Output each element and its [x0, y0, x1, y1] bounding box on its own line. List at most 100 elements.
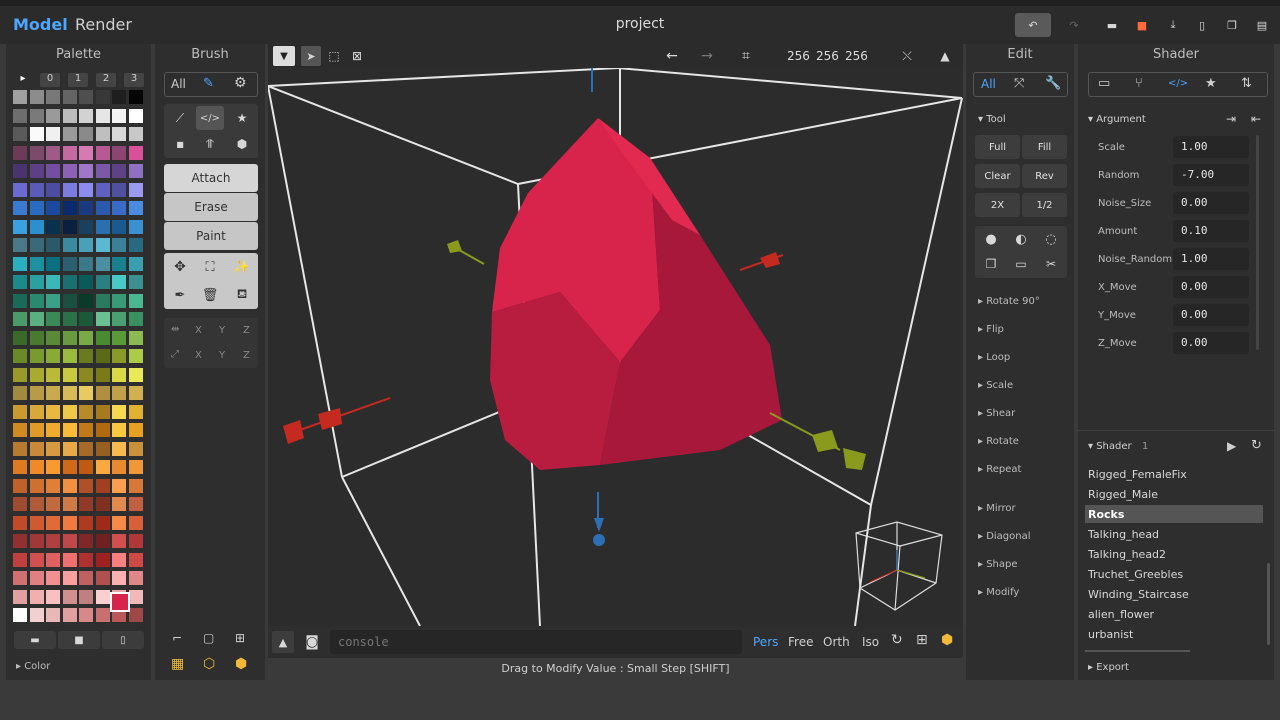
palette-swatch[interactable] [62, 423, 77, 437]
palette-swatch[interactable] [46, 219, 60, 234]
palette-swatch[interactable] [79, 108, 93, 123]
palette-swatch[interactable] [112, 404, 126, 419]
mirror-x[interactable]: X [195, 325, 202, 336]
palette-swatch[interactable] [29, 478, 44, 493]
palette-swatch[interactable] [79, 497, 93, 511]
palette-swatch[interactable] [13, 423, 27, 437]
palette-swatch[interactable] [13, 90, 27, 104]
palette-swatch[interactable] [95, 127, 110, 141]
undo-button[interactable]: ↶ [1015, 13, 1051, 37]
export-section[interactable]: ▸ Export [1088, 662, 1129, 673]
wrench-icon[interactable]: 🔧 [1045, 76, 1061, 91]
palette-swatch[interactable] [46, 127, 60, 141]
argument-section-header[interactable]: ▾ Argument [1088, 114, 1146, 125]
palette-swatch[interactable] [112, 275, 126, 289]
palette-swatch[interactable] [62, 127, 77, 141]
palette-swatch[interactable] [112, 145, 126, 160]
cube-outline-icon[interactable]: ⬡ [203, 656, 215, 672]
palette-swatch[interactable] [29, 145, 44, 160]
palette-swatch[interactable] [95, 497, 110, 511]
box-select-button[interactable]: ⬚ [324, 46, 344, 66]
shader-item[interactable]: alien_flower [1088, 608, 1154, 621]
palette-swatch[interactable] [79, 589, 93, 604]
palette-swatch[interactable] [95, 441, 110, 456]
code-tab-icon[interactable]: </> [1168, 78, 1188, 89]
palette-swatch[interactable] [95, 589, 110, 604]
layer-icon[interactable]: ⌐ [172, 631, 182, 645]
palette-swatch[interactable] [128, 256, 143, 271]
palette-swatch[interactable] [79, 515, 93, 530]
edit-all-tab[interactable]: All [981, 77, 996, 91]
palette-swatch[interactable] [112, 534, 126, 548]
palette-swatch[interactable] [79, 330, 93, 345]
brush-all-tab[interactable]: All [171, 77, 186, 91]
extrude-brush-button[interactable]: ⥣ [196, 132, 224, 156]
palette-swatch[interactable] [46, 256, 60, 271]
palette-swatch[interactable] [79, 219, 93, 234]
scale-z[interactable]: Z [243, 350, 250, 361]
palette-swatch[interactable] [13, 460, 27, 474]
palette-swatch[interactable] [13, 145, 27, 160]
palette-swatch[interactable] [95, 256, 110, 271]
transform-icon[interactable]: ⤧ [1014, 76, 1024, 91]
palette-swatch[interactable] [46, 182, 60, 197]
palette-swatch[interactable] [29, 164, 44, 178]
palette-swatch[interactable] [13, 164, 27, 178]
palette-swatch[interactable] [112, 164, 126, 178]
move-tool-button[interactable]: ✥ [166, 255, 194, 279]
palette-swatch[interactable] [95, 367, 110, 382]
select-tool-button[interactable]: ⛶ [196, 255, 224, 279]
palette-swatch[interactable] [29, 256, 44, 271]
palette-tab-3[interactable]: 3 [124, 73, 144, 87]
palette-swatch[interactable] [29, 589, 44, 604]
mirror-y[interactable]: Y [219, 325, 225, 336]
palette-swatch[interactable] [112, 256, 126, 271]
palette-swatch[interactable] [29, 608, 44, 622]
tool-section-header[interactable]: ▾ Tool [978, 114, 1006, 125]
view-orth[interactable]: Orth [823, 635, 850, 649]
shader-item[interactable]: urbanist [1088, 628, 1133, 641]
save-button[interactable]: ■ [1132, 14, 1152, 36]
palette-swatch[interactable] [46, 108, 60, 123]
palette-swatch[interactable] [62, 145, 77, 160]
palette-swatch[interactable] [13, 108, 27, 123]
arg-value-random[interactable]: -7.00 [1173, 164, 1249, 186]
shader-item[interactable]: Talking_head2 [1088, 548, 1166, 561]
palette-swatch[interactable] [46, 201, 60, 215]
palette-swatch[interactable] [79, 275, 93, 289]
palette-swatch[interactable] [112, 367, 126, 382]
screenshot-button[interactable]: ◙ [300, 631, 324, 653]
palette-swatch[interactable] [13, 201, 27, 215]
palette-swatch[interactable] [62, 182, 77, 197]
palette-swatch[interactable] [95, 349, 110, 363]
arg-value-noise-random[interactable]: 1.00 [1173, 248, 1249, 270]
sort-icon[interactable]: ⇅ [1241, 76, 1252, 91]
palette-swatch[interactable] [128, 460, 143, 474]
palette-swatch[interactable] [95, 145, 110, 160]
palette-swatch[interactable] [29, 330, 44, 345]
palette-swatch[interactable] [95, 312, 110, 326]
palette-swatch[interactable] [62, 589, 77, 604]
palette-swatch[interactable] [13, 534, 27, 548]
palette-swatch[interactable] [128, 571, 143, 585]
palette-swatch[interactable] [13, 608, 27, 622]
palette-swatch[interactable] [62, 201, 77, 215]
palette-tab-1[interactable]: 1 [68, 73, 88, 87]
palette-swatch[interactable] [46, 312, 60, 326]
palette-swatch[interactable] [95, 423, 110, 437]
palette-swatch[interactable] [95, 552, 110, 567]
palette-swatch[interactable] [46, 423, 60, 437]
palette-swatch[interactable] [95, 571, 110, 585]
view-pers[interactable]: Pers [753, 635, 778, 649]
palette-swatch[interactable] [13, 238, 27, 252]
palette-swatch[interactable] [128, 127, 143, 141]
palette-swatch[interactable] [79, 127, 93, 141]
face-select-button[interactable]: ⊠ [347, 46, 367, 66]
palette-swatch[interactable] [128, 349, 143, 363]
palette-swatch[interactable] [112, 127, 126, 141]
star-brush-button[interactable]: ★ [228, 106, 256, 130]
palette-swatch[interactable] [29, 349, 44, 363]
palette-swatch[interactable] [62, 349, 77, 363]
collapse-toolbar-button[interactable]: ▲ [934, 46, 956, 66]
palette-swatch[interactable] [112, 90, 126, 104]
